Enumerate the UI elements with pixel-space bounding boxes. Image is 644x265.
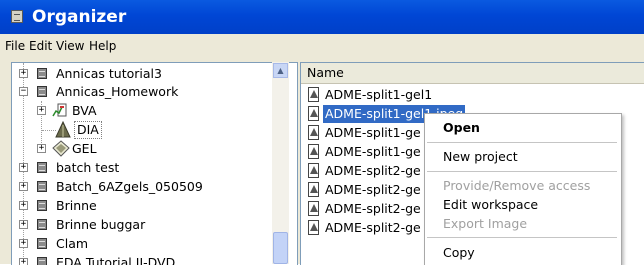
menu-bar: File Edit View Help <box>0 34 644 59</box>
expand-icon[interactable]: + <box>19 69 28 78</box>
tree-item-clam[interactable]: + Clam <box>12 234 282 253</box>
scroll-up-button[interactable]: ▲ <box>273 63 288 78</box>
menu-item-new-project[interactable]: New project <box>443 149 518 164</box>
list-item-label: ADME-split2-ge <box>325 182 421 197</box>
database-icon <box>36 218 49 231</box>
tree-item-label: Brinne buggar <box>56 217 146 232</box>
dia-icon <box>55 121 71 138</box>
file-icon <box>307 163 321 179</box>
database-icon <box>36 199 49 212</box>
tree-item-brinne[interactable]: + Brinne <box>12 196 282 215</box>
column-header-name[interactable]: Name <box>301 63 644 84</box>
tree-item-label: Annicas tutorial3 <box>56 66 162 81</box>
menu-item-export-image[interactable]: Export Image <box>443 216 527 231</box>
tree-item-eda-tutorial[interactable]: + EDA Tutorial II-DVD <box>12 253 282 265</box>
list-item-label: ADME-split2-ge <box>325 201 421 216</box>
file-icon <box>307 144 321 160</box>
project-tree[interactable]: + Annicas tutorial3 − Annicas_Homework +… <box>11 62 298 265</box>
menu-item-open[interactable]: Open <box>443 120 480 135</box>
menu-separator <box>427 142 617 143</box>
tree-item-label: Batch_6AZgels_050509 <box>56 179 203 194</box>
list-item[interactable]: ADME-split1-gel1 <box>305 86 635 104</box>
tree-item-label: Brinne <box>56 198 97 213</box>
menu-view[interactable]: View <box>56 39 84 53</box>
expand-icon[interactable]: + <box>19 220 28 229</box>
tree-item-label: EDA Tutorial II-DVD <box>56 255 176 265</box>
tree-item-dia[interactable]: DIA <box>12 120 282 139</box>
gel-icon <box>52 140 70 157</box>
column-header-label: Name <box>307 65 344 80</box>
menu-item-edit-workspace[interactable]: Edit workspace <box>443 197 538 212</box>
tree-item-annicas-homework[interactable]: − Annicas_Homework <box>12 82 282 101</box>
file-icon <box>307 201 321 217</box>
bva-icon <box>52 103 67 117</box>
tree-item-label: GEL <box>72 141 97 156</box>
collapse-icon[interactable]: − <box>19 87 28 96</box>
title-bar: Organizer <box>0 0 644 34</box>
file-icon <box>307 182 321 198</box>
list-item-label: ADME-split1-gel1 <box>325 87 433 102</box>
tree-item-bva[interactable]: + BVA <box>12 101 282 120</box>
expand-icon[interactable]: + <box>19 182 28 191</box>
list-item-label: ADME-split2-ge <box>325 220 421 235</box>
database-icon <box>36 180 49 193</box>
tree-item-label: DIA <box>74 121 102 139</box>
menu-item-copy[interactable]: Copy <box>443 245 475 260</box>
tree-item-label: batch test <box>56 160 120 175</box>
menu-separator <box>427 171 617 172</box>
context-menu: Open New project Provide/Remove access E… <box>424 113 622 265</box>
tree-item-label: BVA <box>72 103 97 118</box>
expand-icon[interactable]: + <box>19 201 28 210</box>
tree-item-label: Annicas_Homework <box>56 84 179 99</box>
menu-item-provide-remove-access[interactable]: Provide/Remove access <box>443 178 590 193</box>
menu-edit[interactable]: Edit <box>29 39 52 53</box>
database-icon <box>36 67 49 80</box>
file-icon <box>307 106 321 122</box>
tree-scrollbar[interactable]: ▲ <box>272 62 289 264</box>
expand-icon[interactable]: + <box>37 106 46 115</box>
tree-item-annicas-tutorial3[interactable]: + Annicas tutorial3 <box>12 64 282 83</box>
tree-item-batch-test[interactable]: + batch test <box>12 158 282 177</box>
database-icon <box>36 85 49 98</box>
file-icon <box>307 87 321 103</box>
database-icon <box>36 237 49 250</box>
expand-icon[interactable]: + <box>37 144 46 153</box>
expand-icon[interactable]: + <box>19 163 28 172</box>
list-item-label: ADME-split1-ge <box>325 125 421 140</box>
file-icon <box>307 125 321 141</box>
menu-separator <box>427 237 617 238</box>
tree-item-gel[interactable]: + GEL <box>12 139 282 158</box>
database-icon <box>36 161 49 174</box>
expand-icon[interactable]: + <box>19 239 28 248</box>
list-item-label: ADME-split2-ge <box>325 163 421 178</box>
tree-item-brinne-buggar[interactable]: + Brinne buggar <box>12 215 282 234</box>
list-item-label: ADME-split1-ge <box>325 144 421 159</box>
file-icon <box>307 220 321 236</box>
menu-help[interactable]: Help <box>89 39 116 53</box>
menu-file[interactable]: File <box>5 39 25 53</box>
scrollbar-thumb[interactable] <box>273 232 288 264</box>
tree-item-batch-6azgels[interactable]: + Batch_6AZgels_050509 <box>12 177 282 196</box>
window-title: Organizer <box>32 7 127 27</box>
tree-item-label: Clam <box>56 236 89 251</box>
app-icon <box>11 10 23 23</box>
